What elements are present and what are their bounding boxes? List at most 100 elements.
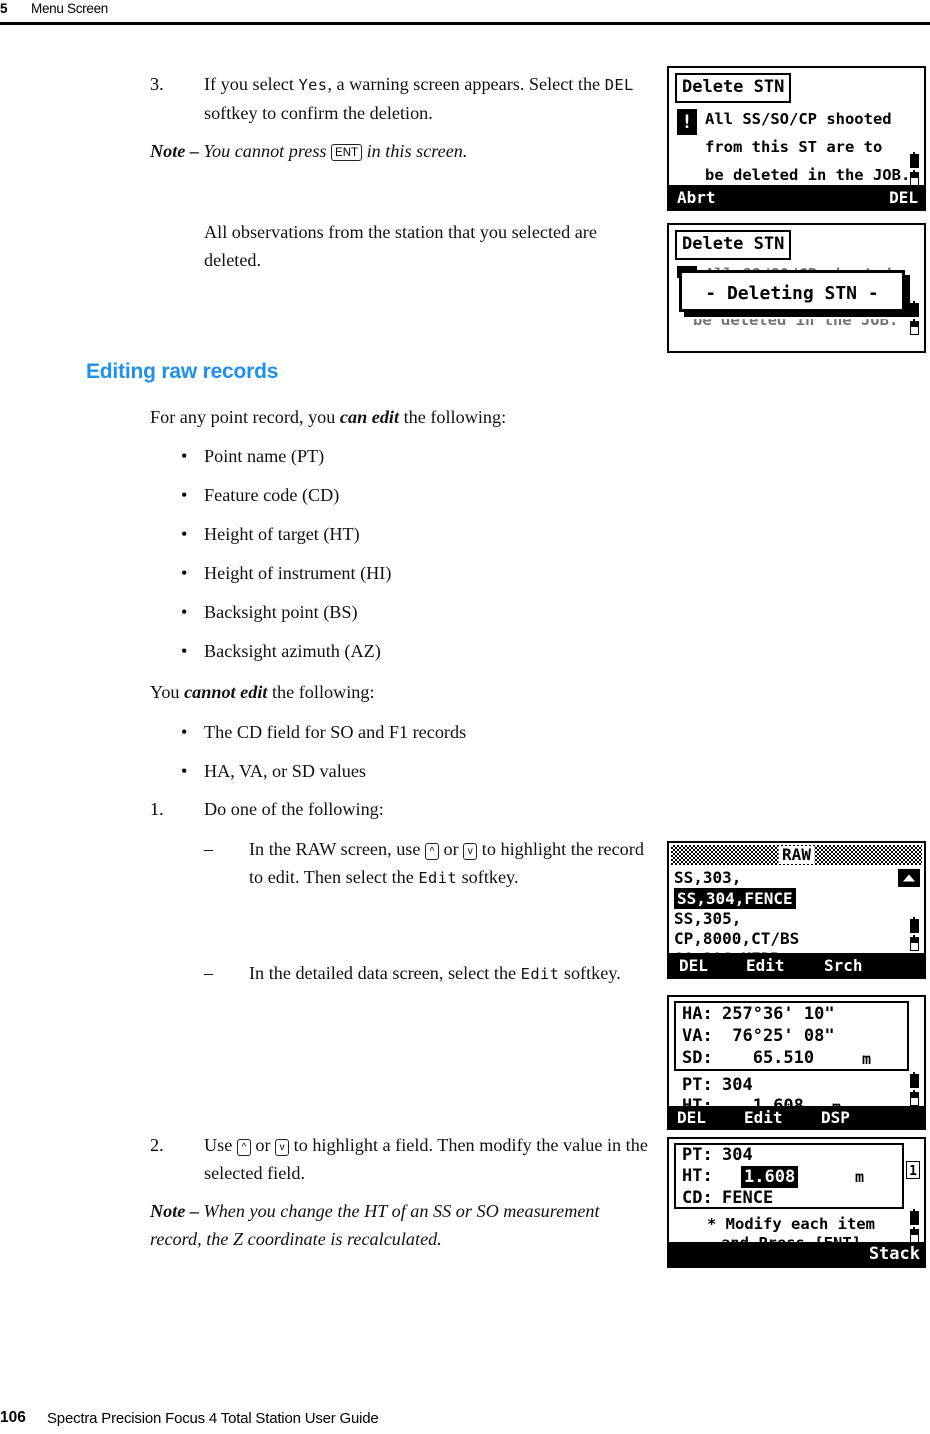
list-item[interactable]: CP,8000,CT/BS [674, 929, 799, 948]
battery-half-icon [910, 318, 919, 335]
arrow-up-key-icon: ^ [425, 843, 439, 860]
va-value: 76°25' 08" [722, 1026, 835, 1046]
pt-label: PT: [682, 1145, 713, 1165]
sub-2-line1-a: In the detailed data screen, select the [249, 963, 521, 983]
cd-label: CD: [682, 1188, 713, 1208]
softkey-del[interactable]: DEL [679, 956, 708, 975]
sub-step-2-text: In the detailed data screen, select the … [249, 959, 654, 988]
can-edit-intro: For any point record, you can edit the f… [150, 403, 650, 431]
note-1-label: Note – [150, 141, 204, 161]
cannot-edit-emphasis: cannot edit [184, 682, 268, 702]
pt-label: PT: [682, 1075, 713, 1095]
step-2-line1-mid: or [250, 1135, 276, 1155]
step-3-line1-prefix: If you select [204, 74, 299, 94]
bullet-icon: • [181, 485, 188, 505]
list-item[interactable]: SS,305, [674, 909, 741, 928]
bullet-icon: • [181, 761, 188, 781]
list-item: Backsight azimuth (AZ) [204, 641, 381, 661]
arrow-down-key-icon: v [275, 1139, 290, 1156]
edit-code: Edit [418, 869, 458, 887]
screen-title-delete-stn: Delete STN [675, 230, 792, 260]
step-3-line1-suffix: , a warning screen appears. [327, 74, 525, 94]
step-2-number: 2. [150, 1135, 164, 1155]
header-chapter-title: Menu Screen [31, 1, 108, 16]
ha-value: 257°36' 10" [722, 1004, 835, 1024]
edit-code: Edit [520, 965, 560, 983]
step-3-text: If you select Yes, a warning screen appe… [204, 70, 644, 127]
softkey-edit[interactable]: Edit [744, 1108, 783, 1127]
step-1-text: Do one of the following: [204, 799, 384, 819]
pt-value[interactable]: 304 [722, 1145, 753, 1165]
softkey-bar: DEL Edit DSP [669, 1106, 924, 1128]
del-code: DEL [604, 76, 634, 94]
softkey-dsp[interactable]: DSP [821, 1108, 850, 1127]
pt-value: 304 [722, 1075, 753, 1095]
sd-value: 65.510 [722, 1048, 815, 1068]
sub-step-1-dash: – [204, 839, 214, 859]
header-rule [0, 22, 930, 25]
note-1-text-a: You cannot press [203, 141, 332, 161]
cannot-edit-intro: You cannot edit the following: [150, 678, 650, 706]
battery-full-icon [910, 151, 919, 168]
warning-icon: ! [677, 109, 697, 135]
footer-document-title: Spectra Precision Focus 4 Total Station … [47, 1410, 379, 1427]
sub-1-line1-mid: or [439, 839, 464, 859]
sub-1-line1-a: In the RAW screen, use [249, 839, 425, 859]
battery-full-icon [910, 300, 919, 317]
screen-deleting-stn-progress: Delete STN All SS/SO/CP shooted be delet… [667, 223, 926, 353]
step-3-line2-suffix: softkey to confirm the deletion. [204, 103, 433, 123]
deletion-result-text: All observations from the station that y… [204, 218, 644, 274]
softkey-srch[interactable]: Srch [824, 956, 863, 975]
step-3-number: 3. [150, 74, 164, 94]
list-item-selected[interactable]: SS,304,FENCE [674, 888, 796, 909]
warning-line-3: be deleted in the JOB. [705, 166, 911, 184]
softkey-bar: Stack [669, 1242, 924, 1266]
softkey-edit[interactable]: Edit [746, 956, 785, 975]
list-item: The CD field for SO and F1 records [204, 722, 467, 742]
softkey-del[interactable]: DEL [889, 188, 918, 207]
sub-1-line3: softkey. [461, 867, 519, 887]
sd-label: SD: [682, 1048, 713, 1068]
bullet-icon: • [181, 641, 188, 661]
softkey-abrt[interactable]: Abrt [677, 188, 716, 207]
list-item: Feature code (CD) [204, 485, 340, 505]
step-3-line2-prefix: Select the [528, 74, 605, 94]
list-item: Backsight point (BS) [204, 602, 358, 622]
list-item: Point name (PT) [204, 446, 325, 466]
warning-line-2: from this ST are to [705, 138, 883, 156]
softkey-del[interactable]: DEL [677, 1108, 706, 1127]
can-edit-intro-a: For any point record, you [150, 407, 340, 427]
cd-value[interactable]: FENCE [722, 1188, 773, 1208]
sub-2-line2: softkey. [563, 963, 621, 983]
page-header: 5 Menu Screen [0, 0, 930, 30]
softkey-bar: Abrt DEL [669, 185, 924, 209]
bullet-icon: • [181, 722, 188, 742]
note-2: Note – When you change the HT of an SS o… [150, 1197, 655, 1253]
softkey-stack[interactable]: Stack [869, 1244, 920, 1264]
arrow-up-key-icon: ^ [236, 1139, 251, 1156]
note-2-line-1: When you change the HT of an SS or SO [203, 1201, 499, 1221]
list-item[interactable]: SS,303, [674, 868, 741, 887]
cannot-edit-intro-a: You [150, 682, 185, 702]
ht-label: HT: [682, 1166, 713, 1186]
step-2-line1-a: Use [204, 1135, 237, 1155]
screen-raw-list: RAW SS,303, SS,304,FENCE SS,305, CP,8000… [667, 841, 926, 979]
can-edit-emphasis: can edit [339, 407, 400, 427]
screen-edit-field: PT: 304 HT: 1.608 m CD: FENCE 1 * Modify… [667, 1137, 926, 1268]
sub-step-1-text: In the RAW screen, use ^ or v to highlig… [249, 835, 644, 892]
bullet-icon: • [181, 602, 188, 622]
section-heading-editing-raw-records: Editing raw records [86, 360, 279, 383]
scroll-up-icon[interactable] [898, 869, 920, 887]
screen-title-raw: RAW [778, 846, 815, 864]
battery-half-icon [910, 1089, 919, 1106]
can-edit-intro-b: the following: [399, 407, 507, 427]
result-line-1: All observations from the station that y… [204, 222, 508, 242]
screen-detailed-data: HA: 257°36' 10" VA: 76°25' 08" SD: 65.51… [667, 995, 926, 1130]
battery-half-icon [910, 1226, 919, 1243]
ht-value-selected[interactable]: 1.608 [741, 1166, 799, 1188]
note-2-label: Note – [150, 1201, 204, 1221]
battery-half-icon [910, 169, 919, 186]
list-item: Height of instrument (HI) [204, 563, 392, 583]
warning-line-1: All SS/SO/CP shooted [705, 110, 892, 128]
progress-dialog: - Deleting STN - [679, 270, 905, 312]
